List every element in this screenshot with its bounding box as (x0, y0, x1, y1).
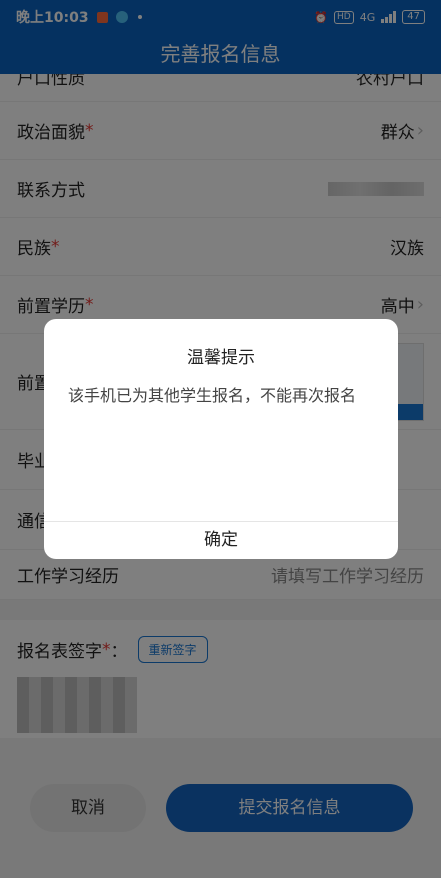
alert-dialog: 温馨提示 该手机已为其他学生报名，不能再次报名 确定 (44, 319, 398, 559)
dialog-title: 温馨提示 (187, 348, 255, 368)
dialog-message: 该手机已为其他学生报名，不能再次报名 (68, 386, 357, 405)
confirm-button[interactable]: 确定 (44, 522, 398, 559)
